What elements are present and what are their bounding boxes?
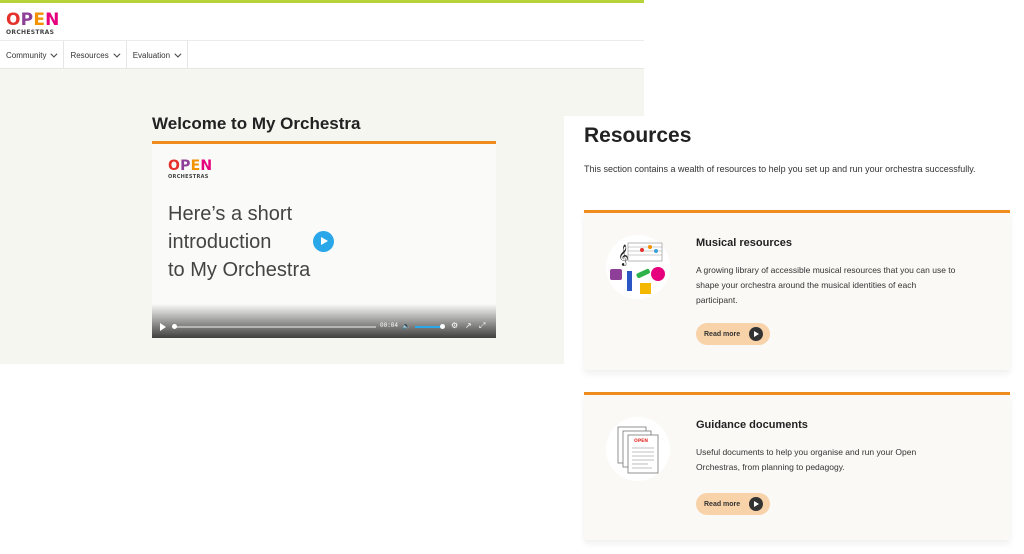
time-display: 00:04 (380, 322, 399, 329)
resources-panel: Resources This section contains a wealth… (564, 116, 1024, 554)
resource-card-musical: 𝄞 Musical resources A growing library of… (584, 210, 1010, 370)
card-description: A growing library of accessible musical … (696, 265, 956, 305)
video-caption-line: introduction (168, 231, 272, 253)
resource-card-guidance: OPEN Guidance documents Useful documents… (584, 392, 1010, 540)
external-link-icon[interactable]: ↗ (465, 321, 472, 330)
nav-item-label: Evaluation (132, 50, 171, 60)
card-title: Guidance documents (696, 419, 808, 431)
video-logo: OPEN ORCHESTRAS (168, 158, 212, 180)
logo-subtitle: ORCHESTRAS (6, 29, 55, 36)
video-caption-line: Here’s a short (168, 203, 293, 225)
read-more-button[interactable]: Read more (696, 493, 770, 515)
nav-item-label: Resources (70, 50, 109, 60)
video-player[interactable]: OPEN ORCHESTRAS Here’s a short introduct… (152, 144, 496, 338)
control-play-icon[interactable] (160, 323, 166, 331)
settings-gear-icon[interactable]: ⚙ (451, 321, 458, 330)
site-header: OPEN ORCHESTRAS (0, 3, 644, 41)
volume-slider[interactable] (415, 326, 442, 328)
resources-title: Resources (584, 124, 692, 147)
progress-handle[interactable] (172, 324, 177, 329)
svg-text:OPEN: OPEN (634, 438, 648, 444)
nav-item-resources[interactable]: Resources (64, 41, 127, 69)
svg-text:𝄞: 𝄞 (618, 245, 629, 266)
play-icon[interactable] (313, 231, 334, 252)
read-more-label: Read more (704, 330, 741, 338)
open-orchestras-logo[interactable]: OPEN ORCHESTRAS (6, 12, 60, 36)
volume-icon[interactable]: 🔈 (402, 322, 411, 330)
card-title: Musical resources (696, 237, 792, 249)
nav-item-label: Community (6, 50, 47, 60)
progress-bar[interactable] (174, 326, 376, 328)
page-title: Welcome to My Orchestra (152, 114, 361, 133)
arrow-right-icon (749, 327, 763, 341)
orchestra-page: OPEN ORCHESTRAS Community Resources Eval… (0, 0, 644, 364)
logo-word: OPEN (168, 158, 213, 174)
documents-icon: OPEN (606, 417, 670, 481)
resources-intro: This section contains a wealth of resour… (584, 164, 976, 174)
video-caption: Here’s a short introduction to My Orches… (168, 200, 310, 284)
nav-item-community[interactable]: Community (0, 41, 65, 69)
logo-word: OPEN (6, 10, 60, 30)
chevron-down-icon (113, 50, 121, 58)
fullscreen-icon[interactable]: ⤢ (479, 321, 485, 331)
read-more-label: Read more (704, 500, 741, 508)
card-description: Useful documents to help you organise an… (696, 447, 917, 472)
chevron-down-icon (50, 50, 58, 58)
nav-item-evaluation[interactable]: Evaluation (127, 41, 189, 69)
main-nav: Community Resources Evaluation (0, 41, 644, 69)
video-controls: 00:04 🔈 ⚙ ↗ ⤢ (152, 316, 496, 338)
music-shapes-icon: 𝄞 (606, 235, 670, 299)
volume-handle[interactable] (440, 324, 445, 329)
read-more-button[interactable]: Read more (696, 323, 770, 345)
chevron-down-icon (174, 50, 182, 58)
logo-subtitle: ORCHESTRAS (168, 174, 209, 180)
arrow-right-icon (749, 497, 763, 511)
video-caption-line: to My Orchestra (168, 259, 311, 281)
